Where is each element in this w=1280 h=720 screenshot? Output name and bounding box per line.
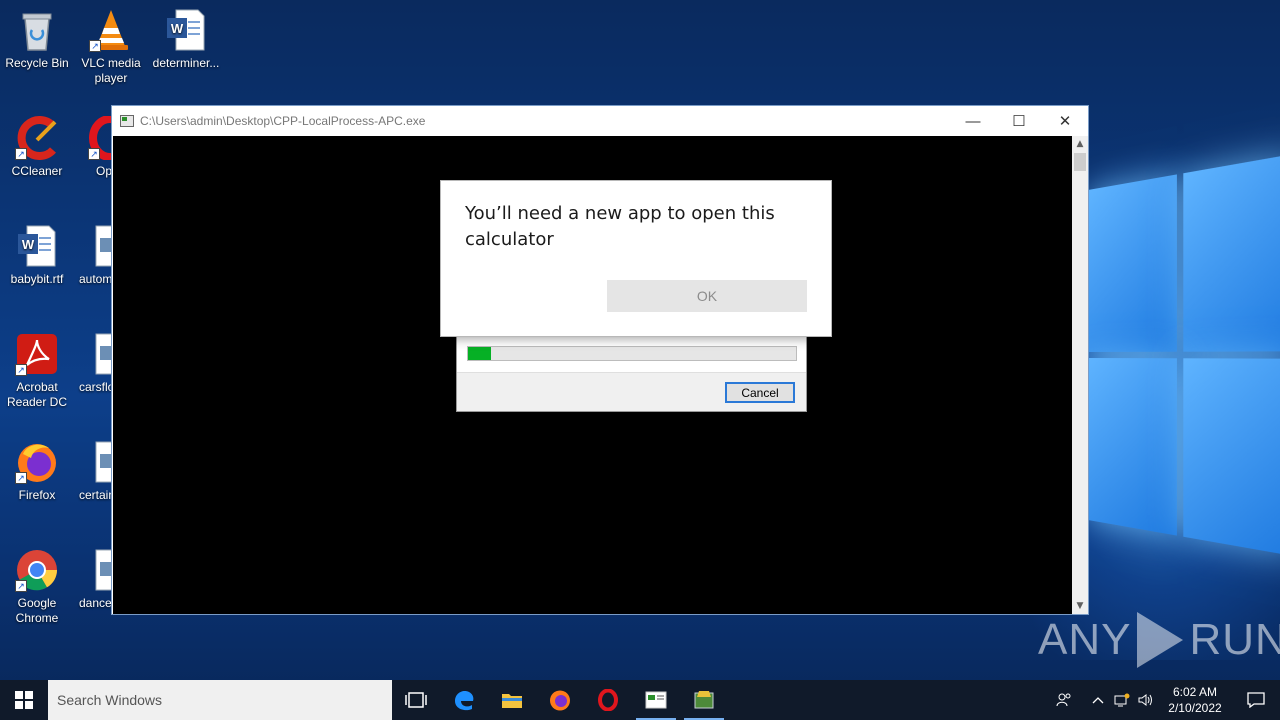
svg-text:W: W [171, 21, 184, 36]
desktop-icon-label: babybit.rtf [11, 272, 64, 286]
shortcut-arrow-icon: ↗ [15, 580, 27, 592]
volume-icon[interactable] [1134, 680, 1158, 720]
desktop-icon-label: Op [74, 164, 112, 179]
word-doc-icon: W [164, 8, 208, 52]
taskbar-clock[interactable]: 6:02 AM 2/10/2022 [1158, 684, 1232, 716]
taskbar-console[interactable] [632, 680, 680, 720]
taskbar: Search Windows 6:02 AM 2/10/2022 [0, 680, 1280, 720]
image-file-icon [88, 440, 112, 484]
taskbar-opera[interactable] [584, 680, 632, 720]
opera-icon: ↗ [88, 116, 112, 160]
desktop-icon-label: autom [74, 272, 112, 287]
desktop-icon-firefox[interactable]: ↗ Firefox [0, 440, 74, 503]
desktop-icon-babybit[interactable]: W babybit.rtf [0, 224, 74, 287]
desktop-icon-vlc[interactable]: ↗ VLC media player [74, 8, 148, 86]
shortcut-arrow-icon: ↗ [15, 148, 27, 160]
image-file-icon [88, 548, 112, 592]
progress-dialog: Cancel [456, 336, 807, 412]
desktop-icon-ccleaner[interactable]: ↗ CCleaner [0, 116, 74, 179]
scrollbar-thumb[interactable] [1074, 153, 1086, 171]
opera-icon [597, 689, 619, 711]
image-file-icon [88, 224, 112, 268]
desktop-icon-label: dance [74, 596, 112, 611]
desktop-icon-label: Firefox [19, 488, 56, 502]
word-doc-icon: W [15, 224, 59, 268]
desktop-icon-label: Recycle Bin [5, 56, 68, 70]
folder-icon [501, 691, 523, 709]
scroll-up-arrow-icon[interactable]: ▲ [1072, 136, 1088, 152]
people-icon[interactable] [1052, 680, 1076, 720]
windows-wallpaper-logo [1088, 154, 1280, 557]
windows-start-icon [15, 691, 33, 709]
show-hidden-icons-chevron-icon[interactable] [1086, 680, 1110, 720]
console-app-icon [645, 691, 667, 709]
search-placeholder: Search Windows [57, 692, 162, 708]
firefox-icon: ↗ [15, 440, 59, 484]
console-window-title: C:\Users\admin\Desktop\CPP-LocalProcess-… [140, 114, 425, 128]
image-file-icon [88, 332, 112, 376]
vlc-icon: ↗ [89, 8, 133, 52]
desktop-icon-dance[interactable]: dance [74, 548, 112, 611]
desktop-icon-label: Google Chrome [16, 596, 59, 625]
notification-icon [1247, 692, 1265, 708]
installer-icon [693, 689, 715, 711]
chrome-icon: ↗ [15, 548, 59, 592]
desktop-icon-chrome[interactable]: ↗ Google Chrome [0, 548, 74, 626]
firefox-icon [549, 689, 571, 711]
play-logo-icon [1137, 612, 1183, 668]
desktop-icon-carsflo[interactable]: carsflo [74, 332, 112, 395]
dialog-message: You’ll need a new app to open this calcu… [465, 201, 815, 253]
close-button[interactable]: ✕ [1042, 106, 1088, 136]
desktop-icon-label: carsflo [74, 380, 112, 395]
desktop-icon-autom[interactable]: autom [74, 224, 112, 287]
progress-bar [467, 346, 797, 361]
task-view-icon [405, 692, 427, 708]
desktop-icon-label: determiner... [153, 56, 220, 70]
minimize-button[interactable]: — [950, 106, 996, 136]
desktop-icon-acrobat[interactable]: ↗ Acrobat Reader DC [0, 332, 74, 410]
watermark-text-left: ANY [1038, 615, 1131, 665]
acrobat-icon: ↗ [15, 332, 59, 376]
shortcut-arrow-icon: ↗ [88, 148, 100, 160]
taskbar-installer[interactable] [680, 680, 728, 720]
progress-dialog-footer: Cancel [457, 372, 806, 411]
clock-date: 2/10/2022 [1158, 700, 1232, 716]
ok-button[interactable]: OK [607, 280, 807, 312]
taskbar-firefox[interactable] [536, 680, 584, 720]
recycle-bin-icon [15, 8, 59, 52]
cancel-button[interactable]: Cancel [725, 382, 795, 403]
shortcut-arrow-icon: ↗ [15, 364, 27, 376]
system-tray: 6:02 AM 2/10/2022 [1052, 680, 1280, 720]
vertical-scrollbar[interactable]: ▲ ▼ [1072, 136, 1088, 614]
desktop-icon-certain[interactable]: certain [74, 440, 112, 503]
taskbar-file-explorer[interactable] [488, 680, 536, 720]
watermark-text-right: RUN [1189, 615, 1280, 665]
taskbar-search-box[interactable]: Search Windows [48, 680, 392, 720]
desktop-icon-label: VLC media player [81, 56, 140, 85]
console-app-icon [120, 115, 134, 127]
edge-icon [453, 689, 475, 711]
new-app-needed-dialog: You’ll need a new app to open this calcu… [440, 180, 832, 337]
ccleaner-icon: ↗ [15, 116, 59, 160]
console-titlebar[interactable]: C:\Users\admin\Desktop\CPP-LocalProcess-… [112, 106, 1088, 136]
network-icon[interactable] [1110, 680, 1134, 720]
shortcut-arrow-icon: ↗ [15, 472, 27, 484]
progress-bar-fill [468, 347, 491, 360]
desktop-icon-label: Acrobat Reader DC [7, 380, 67, 409]
desktop-icon-determiner[interactable]: W determiner... [149, 8, 223, 71]
desktop-icon-label: CCleaner [12, 164, 63, 178]
start-button[interactable] [0, 680, 48, 720]
task-view-button[interactable] [392, 680, 440, 720]
desktop-icon-recycle-bin[interactable]: Recycle Bin [0, 8, 74, 71]
maximize-button[interactable]: ☐ [996, 106, 1042, 136]
taskbar-edge[interactable] [440, 680, 488, 720]
desktop-icon-opera[interactable]: ↗ Op [74, 116, 112, 179]
shortcut-arrow-icon: ↗ [89, 40, 101, 52]
desktop-icon-label: certain [74, 488, 112, 503]
svg-text:W: W [22, 237, 35, 252]
clock-time: 6:02 AM [1158, 684, 1232, 700]
action-center-button[interactable] [1232, 680, 1280, 720]
anyrun-watermark: ANY RUN [1038, 610, 1280, 670]
